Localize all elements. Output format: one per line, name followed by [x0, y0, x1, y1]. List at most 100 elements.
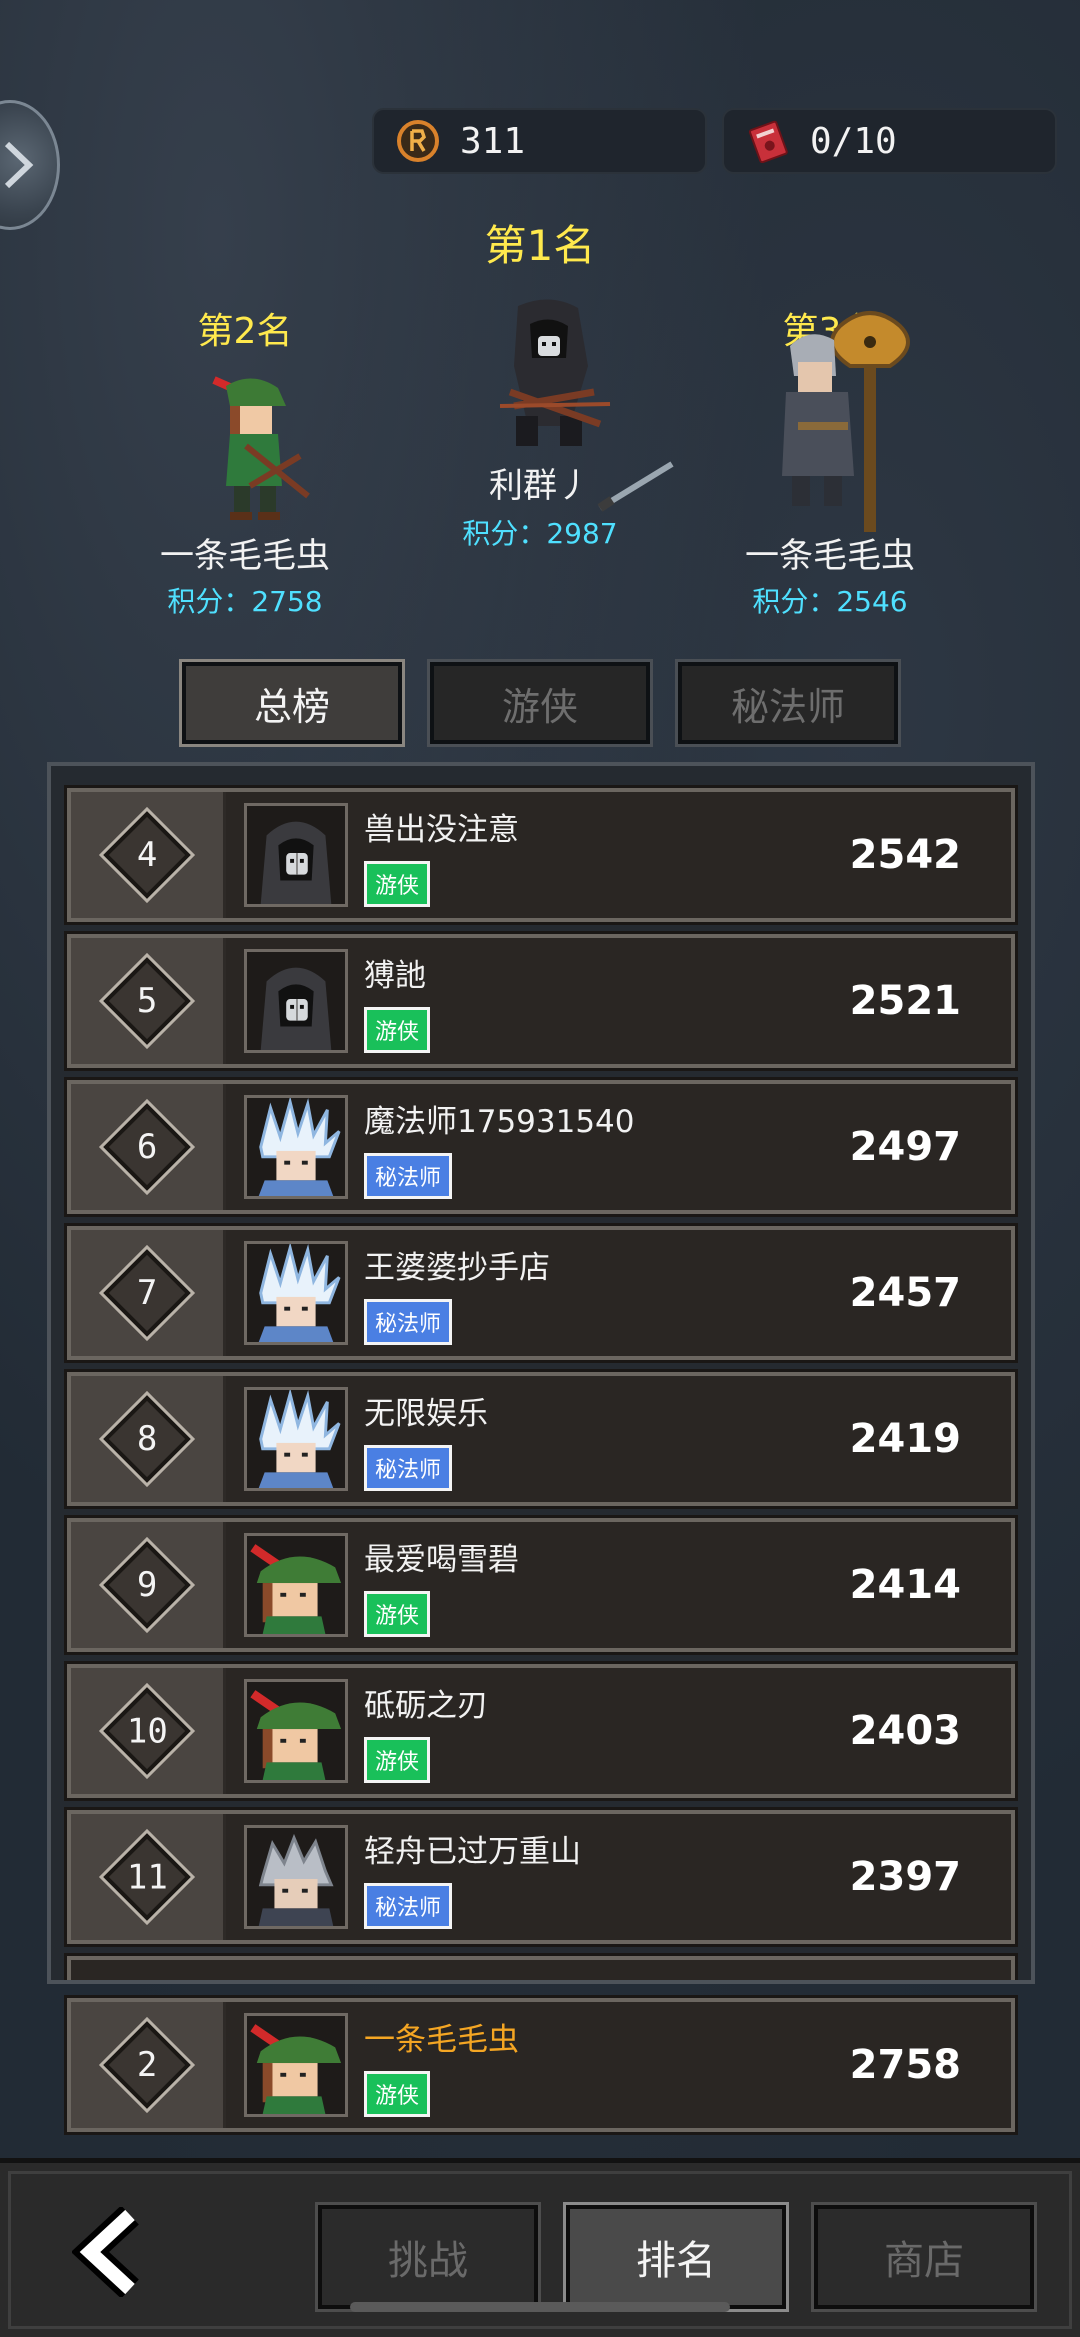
player-info: 猼訑 游侠	[364, 938, 431, 1064]
rank-cell: 5	[71, 938, 226, 1064]
class-badge: 游侠	[364, 1006, 431, 1053]
player-score: 2414	[849, 1562, 961, 1608]
tab-mage[interactable]: 秘法师	[675, 659, 901, 747]
rank-diamond: 5	[98, 952, 196, 1050]
player-name: 最爱喝雪碧	[364, 1541, 519, 1578]
player-score: 2521	[849, 978, 961, 1024]
player-name: 轻舟已过万重山	[364, 1833, 581, 1870]
podium-first-title: 第1名	[484, 221, 596, 270]
rank-cell: 11	[71, 1814, 226, 1940]
rank-diamond: 8	[98, 1390, 196, 1488]
leaderboard-row[interactable]: 9 最爱喝雪碧 游侠 2414	[64, 1515, 1018, 1655]
row-rank: 8	[136, 1418, 158, 1459]
leaderboard-list[interactable]: 4 兽出没注意 游侠 2542 5 猼訑 游侠 2521 6 魔法师175931540 秘法师 249…	[47, 762, 1035, 1984]
leaderboard-row[interactable]: 5 猼訑游侠 2521	[64, 931, 1018, 1071]
tab-overall[interactable]: 总榜	[179, 659, 405, 747]
player-avatar[interactable]	[244, 1387, 348, 1491]
hooded-figure-icon[interactable]	[470, 296, 630, 456]
podium-second-title: 第2名	[197, 311, 293, 352]
rank-diamond: 11	[98, 1828, 196, 1926]
row-rank: 11	[126, 1856, 168, 1897]
podium-second-score: 积分：2758	[167, 585, 323, 618]
row-rank: 10	[126, 1710, 168, 1751]
class-badge: 游侠	[364, 860, 431, 907]
player-avatar[interactable]	[244, 1679, 348, 1783]
own-info: 一条毛毛虫 游侠	[364, 2002, 519, 2128]
own-class-badge: 游侠	[364, 2070, 431, 2117]
side-expand-button[interactable]	[0, 100, 60, 230]
player-score: 2542	[849, 832, 961, 878]
player-info: 无限娱乐 秘法师	[364, 1376, 488, 1502]
player-info: 魔法师175931540 秘法师	[364, 1084, 635, 1210]
player-name: 兽出没注意	[364, 811, 519, 848]
podium-second-name: 一条毛毛虫	[160, 536, 330, 576]
own-score: 2758	[849, 2042, 961, 2088]
player-score: 2403	[849, 1708, 961, 1754]
leaderboard-row[interactable]: 10 砥砺之刃游侠 2403	[64, 1661, 1018, 1801]
gold-counter: 311	[372, 108, 707, 174]
rank-diamond: 9	[98, 1536, 196, 1634]
leaderboard-row[interactable]: 4 兽出没注意游侠 2542	[64, 785, 1018, 925]
ticket-value: 0/10	[810, 120, 897, 162]
player-info: 轻舟已过万重山秘法师	[364, 1814, 581, 1940]
class-badge: 游侠	[364, 1736, 431, 1783]
nav-shop-button[interactable]: 商店	[811, 2202, 1037, 2312]
rank-cell: 6	[71, 1084, 226, 1210]
own-rank-row: 2 一条毛毛虫 游侠 2758	[64, 1995, 1018, 2135]
nav-ranking-button[interactable]: 排名	[563, 2202, 789, 2312]
row-rank: 5	[136, 980, 158, 1021]
coin-icon	[397, 120, 439, 162]
leaderboard-row[interactable]: 7 王婆婆抄手店秘法师 2457	[64, 1223, 1018, 1363]
class-badge: 秘法师	[364, 1444, 453, 1491]
player-name: 猼訑	[364, 957, 426, 994]
class-badge: 秘法师	[364, 1882, 453, 1929]
podium-third-name: 一条毛毛虫	[745, 536, 915, 576]
player-name: 王婆婆抄手店	[364, 1249, 550, 1286]
chevron-right-icon	[4, 141, 34, 189]
nav-challenge-button[interactable]: 挑战	[315, 2202, 541, 2312]
leaderboard-row[interactable]: 6 魔法师175931540 秘法师 2497	[64, 1077, 1018, 1217]
rank-diamond: 7	[98, 1244, 196, 1342]
rank-cell: 10	[71, 1668, 226, 1794]
podium-first-score: 积分：2987	[462, 517, 618, 550]
player-info: 砥砺之刃 游侠	[364, 1668, 488, 1794]
leaderboard-row-partial[interactable]	[64, 1953, 1018, 1980]
player-avatar[interactable]	[244, 1095, 348, 1199]
sword-icon	[597, 461, 674, 512]
podium-third-score: 积分：2546	[752, 585, 908, 618]
row-rank: 7	[136, 1272, 158, 1313]
player-name: 砥砺之刃	[364, 1687, 488, 1724]
player-info: 兽出没注意 游侠	[364, 792, 519, 918]
leaderboard-row[interactable]: 11 轻舟已过万重山秘法师 2397	[64, 1807, 1018, 1947]
player-avatar[interactable]	[244, 803, 348, 907]
player-info: 最爱喝雪碧 游侠	[364, 1522, 519, 1648]
tab-ranger[interactable]: 游侠	[427, 659, 653, 747]
rank-cell: 7	[71, 1230, 226, 1356]
own-avatar[interactable]	[244, 2013, 348, 2117]
gold-value: 311	[460, 120, 526, 162]
rank-diamond: 10	[98, 1682, 196, 1780]
rank-cell: 8	[71, 1376, 226, 1502]
player-score: 2419	[849, 1416, 961, 1462]
back-arrow-icon[interactable]	[72, 2207, 152, 2297]
rank-diamond: 6	[98, 1098, 196, 1196]
leaderboard-row[interactable]: 8 无限娱乐秘法师 2419	[64, 1369, 1018, 1509]
player-avatar[interactable]	[244, 1241, 348, 1345]
rank-cell: 4	[71, 792, 226, 918]
player-name: 无限娱乐	[364, 1395, 488, 1432]
ticket-icon	[748, 120, 788, 163]
own-name: 一条毛毛虫	[364, 2021, 519, 2058]
rank-cell: 9	[71, 1522, 226, 1648]
class-badge: 秘法师	[364, 1152, 453, 1199]
home-indicator[interactable]	[350, 2302, 730, 2312]
player-score: 2397	[849, 1854, 961, 1900]
mage-figure-icon[interactable]	[770, 306, 950, 536]
player-avatar[interactable]	[244, 949, 348, 1053]
ranger-figure-icon[interactable]	[190, 366, 320, 526]
player-avatar[interactable]	[244, 1825, 348, 1929]
class-badge: 秘法师	[364, 1298, 453, 1345]
player-score: 2457	[849, 1270, 961, 1316]
player-avatar[interactable]	[244, 1533, 348, 1637]
rank-cell: 2	[71, 2002, 226, 2128]
ticket-counter: 0/10	[722, 108, 1057, 174]
